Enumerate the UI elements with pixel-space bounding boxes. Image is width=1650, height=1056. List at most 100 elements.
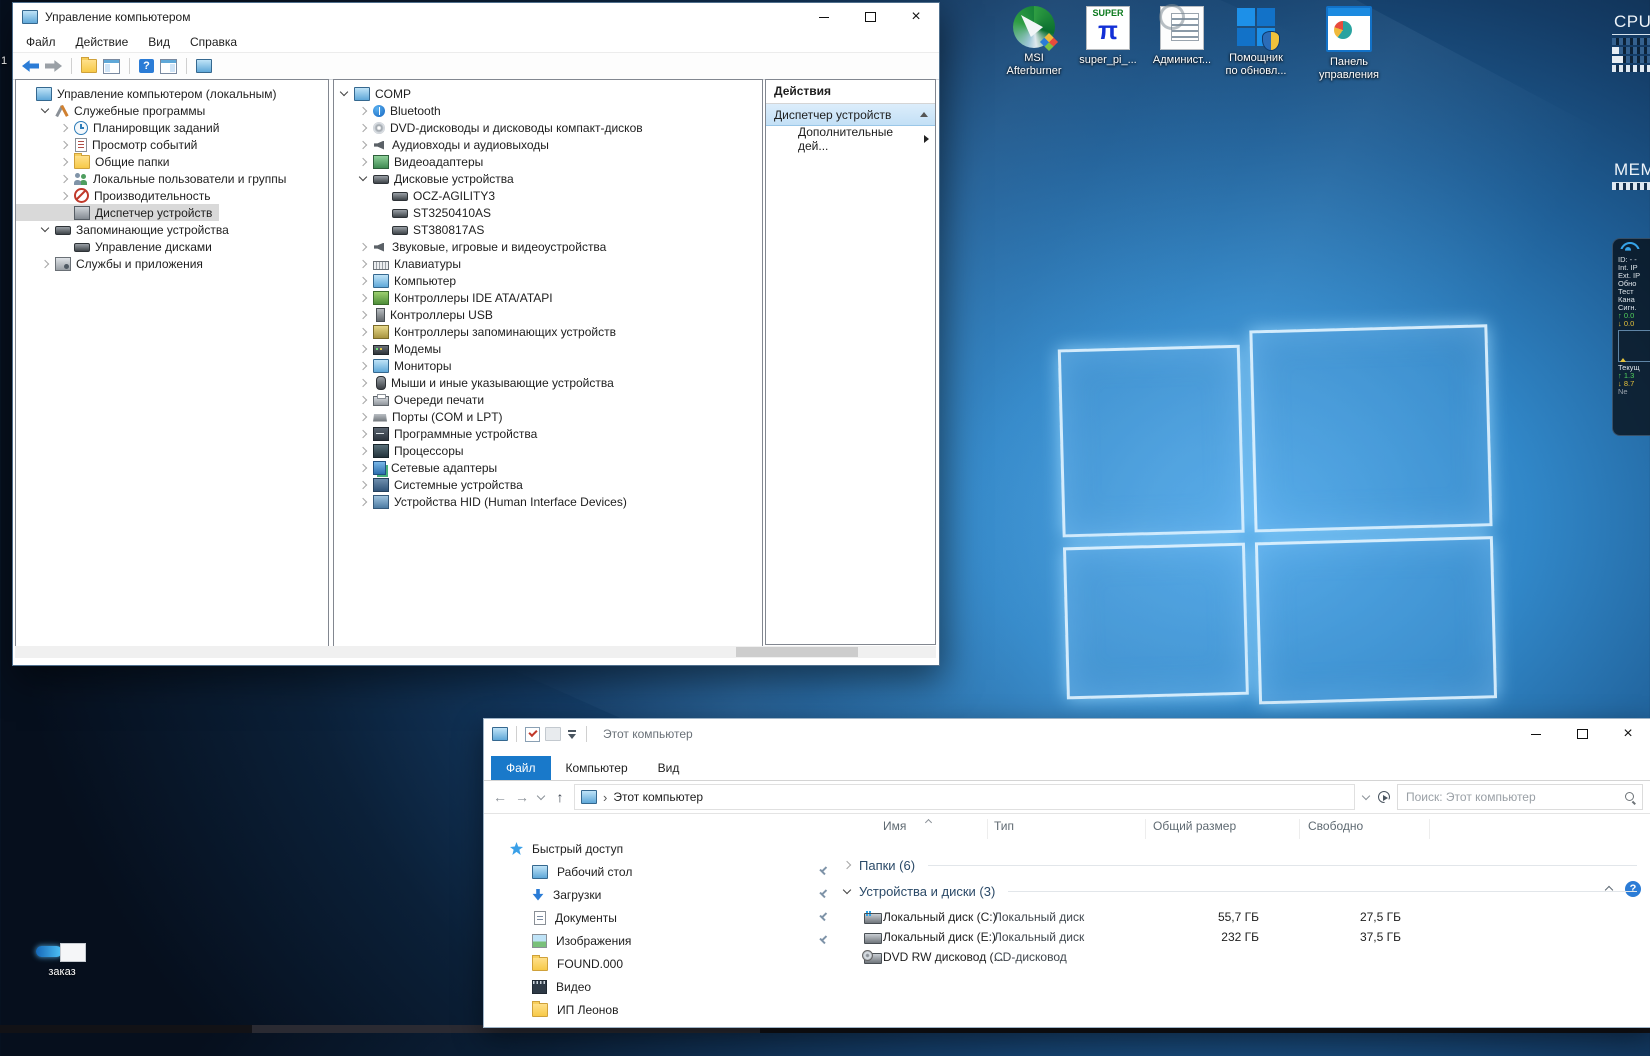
- search-icon[interactable]: [1624, 791, 1636, 803]
- chevron-icon[interactable]: [357, 121, 370, 134]
- sidebar-item[interactable]: Документы: [484, 906, 839, 929]
- cm-tree-item[interactable]: Диспетчер устройств: [16, 204, 219, 221]
- desktop-icon[interactable]: MSI Afterburner: [1000, 6, 1068, 82]
- chevron-icon[interactable]: [357, 342, 370, 355]
- minimize-button[interactable]: [801, 3, 847, 31]
- menu-item[interactable]: Справка: [180, 33, 247, 51]
- back-button[interactable]: ←: [492, 789, 508, 805]
- cm-tree-item[interactable]: Производительность: [16, 187, 217, 204]
- cm-tree-item[interactable]: Службы и приложения: [16, 255, 210, 272]
- forward-button[interactable]: →: [514, 789, 530, 805]
- toolbar-separator[interactable]: [129, 58, 130, 74]
- qat-checkbox-icon[interactable]: [525, 727, 540, 742]
- device-tree-item[interactable]: Контроллеры IDE ATA/ATAPI: [334, 289, 560, 306]
- chevron-icon[interactable]: [58, 172, 71, 185]
- breadcrumb[interactable]: › Этот компьютер: [574, 784, 1355, 810]
- chevron-icon[interactable]: [357, 138, 370, 151]
- cm-tree-item[interactable]: Планировщик заданий: [16, 119, 226, 136]
- cm-tree-item[interactable]: Управление дисками: [16, 238, 219, 255]
- cm-tree-item[interactable]: Управление компьютером (локальным): [16, 85, 284, 102]
- device-tree-item[interactable]: Bluetooth: [334, 102, 448, 119]
- chevron-icon[interactable]: [58, 189, 71, 202]
- toolbar-separator[interactable]: [186, 58, 187, 74]
- group-header-devices[interactable]: Устройства и диски (3): [839, 879, 1650, 903]
- file-row[interactable]: DVD RW дисковод (... CD-дисковод: [839, 947, 1650, 967]
- maximize-button[interactable]: [1559, 719, 1605, 749]
- device-tree-item[interactable]: Аудиовходы и аудиовыходы: [334, 136, 556, 153]
- toolbar-separator[interactable]: [71, 58, 72, 74]
- device-tree-item[interactable]: Системные устройства: [334, 476, 530, 493]
- horizontal-scrollbar[interactable]: [15, 646, 936, 658]
- sidebar-item[interactable]: Рабочий стол: [484, 860, 839, 883]
- chevron-icon[interactable]: [357, 172, 370, 185]
- chevron-icon[interactable]: [357, 240, 370, 253]
- device-tree-item[interactable]: Мыши и иные указывающие устройства: [334, 374, 621, 391]
- show-action-pane-icon[interactable]: [160, 59, 177, 74]
- chevron-icon[interactable]: [841, 859, 854, 872]
- sidebar-item[interactable]: ИП Леонов: [484, 998, 839, 1021]
- title-bar[interactable]: Этот компьютер: [484, 719, 1650, 749]
- chevron-icon[interactable]: [357, 274, 370, 287]
- desktop-icon[interactable]: super_pi_...: [1074, 6, 1142, 82]
- chevron-icon[interactable]: [357, 478, 370, 491]
- device-tree-item[interactable]: Клавиатуры: [334, 255, 468, 272]
- file-row[interactable]: Локальный диск (E:) Локальный диск 232 Г…: [839, 927, 1650, 947]
- close-button[interactable]: [1605, 719, 1650, 749]
- device-tree-item[interactable]: Процессоры: [334, 442, 471, 459]
- recent-locations-icon[interactable]: [536, 792, 546, 802]
- collapse-icon[interactable]: [920, 112, 928, 117]
- actions-more-item[interactable]: Дополнительные дей...: [766, 126, 935, 152]
- device-tree-item[interactable]: Компьютер: [334, 272, 463, 289]
- scrollbar-thumb[interactable]: [736, 647, 858, 657]
- chevron-icon[interactable]: [58, 155, 71, 168]
- chevron-icon[interactable]: [357, 359, 370, 372]
- menu-item[interactable]: Действие: [66, 33, 139, 51]
- ribbon-tab[interactable]: Компьютер: [551, 756, 643, 780]
- desktop-icon[interactable]: Панель управления: [1315, 6, 1383, 82]
- device-tree-item[interactable]: Дисковые устройства: [334, 170, 521, 187]
- ribbon-tab[interactable]: Вид: [643, 756, 695, 780]
- cm-tree-item[interactable]: Запоминающие устройства: [16, 221, 236, 238]
- chevron-icon[interactable]: [357, 495, 370, 508]
- back-icon[interactable]: [22, 59, 39, 73]
- qat-dropdown-icon[interactable]: [566, 728, 578, 740]
- file-row[interactable]: Локальный диск (C:) Локальный диск 55,7 …: [839, 907, 1650, 927]
- desktop-icon[interactable]: Помощник по обновл...: [1222, 6, 1290, 82]
- chevron-icon[interactable]: [357, 444, 370, 457]
- device-tree-item[interactable]: Сетевые адаптеры: [334, 459, 504, 476]
- sidebar-item[interactable]: Быстрый доступ: [484, 837, 839, 860]
- device-tree-item[interactable]: Порты (COM и LPT): [334, 408, 510, 425]
- sidebar-item[interactable]: FOUND.000: [484, 952, 839, 975]
- ribbon-tab[interactable]: Файл: [491, 756, 551, 780]
- desktop-icon[interactable]: Админист...: [1148, 6, 1216, 82]
- qat-blank-icon[interactable]: [545, 727, 561, 741]
- forward-icon[interactable]: [45, 59, 62, 73]
- device-tree-item[interactable]: Устройства HID (Human Interface Devices): [334, 493, 634, 510]
- show-console-tree-icon[interactable]: [81, 59, 97, 73]
- up-button[interactable]: ↑: [552, 789, 568, 805]
- device-tree-item[interactable]: Контроллеры запоминающих устройств: [334, 323, 623, 340]
- device-tree-item[interactable]: Мониторы: [334, 357, 458, 374]
- minimize-button[interactable]: [1513, 719, 1559, 749]
- console-window-icon[interactable]: [196, 59, 212, 73]
- sidebar-item[interactable]: Видео: [484, 975, 839, 998]
- cm-tree-item[interactable]: Просмотр событий: [16, 136, 204, 153]
- column-header-name[interactable]: Имя: [883, 819, 906, 833]
- chevron-icon[interactable]: [357, 325, 370, 338]
- group-header-folders[interactable]: Папки (6): [839, 853, 1650, 877]
- column-header-type[interactable]: Тип: [994, 819, 1014, 833]
- chevron-icon[interactable]: [357, 155, 370, 168]
- chevron-icon[interactable]: [357, 291, 370, 304]
- chevron-icon[interactable]: [357, 308, 370, 321]
- sidebar-item[interactable]: Загрузки: [484, 883, 839, 906]
- network-gadget[interactable]: ID: - -Int. IPExt. IPОбноТестКанаСигн.↑ …: [1612, 238, 1650, 436]
- device-tree-item[interactable]: Программные устройства: [334, 425, 544, 442]
- device-tree-item[interactable]: ST3250410AS: [334, 204, 498, 221]
- chevron-icon[interactable]: [357, 410, 370, 423]
- chevron-icon[interactable]: [357, 461, 370, 474]
- menu-item[interactable]: Вид: [138, 33, 180, 51]
- titlebar-computer-icon[interactable]: [492, 727, 508, 741]
- chevron-icon[interactable]: [357, 257, 370, 270]
- help-icon[interactable]: [139, 59, 154, 73]
- sidebar-item[interactable]: Изображения: [484, 929, 839, 952]
